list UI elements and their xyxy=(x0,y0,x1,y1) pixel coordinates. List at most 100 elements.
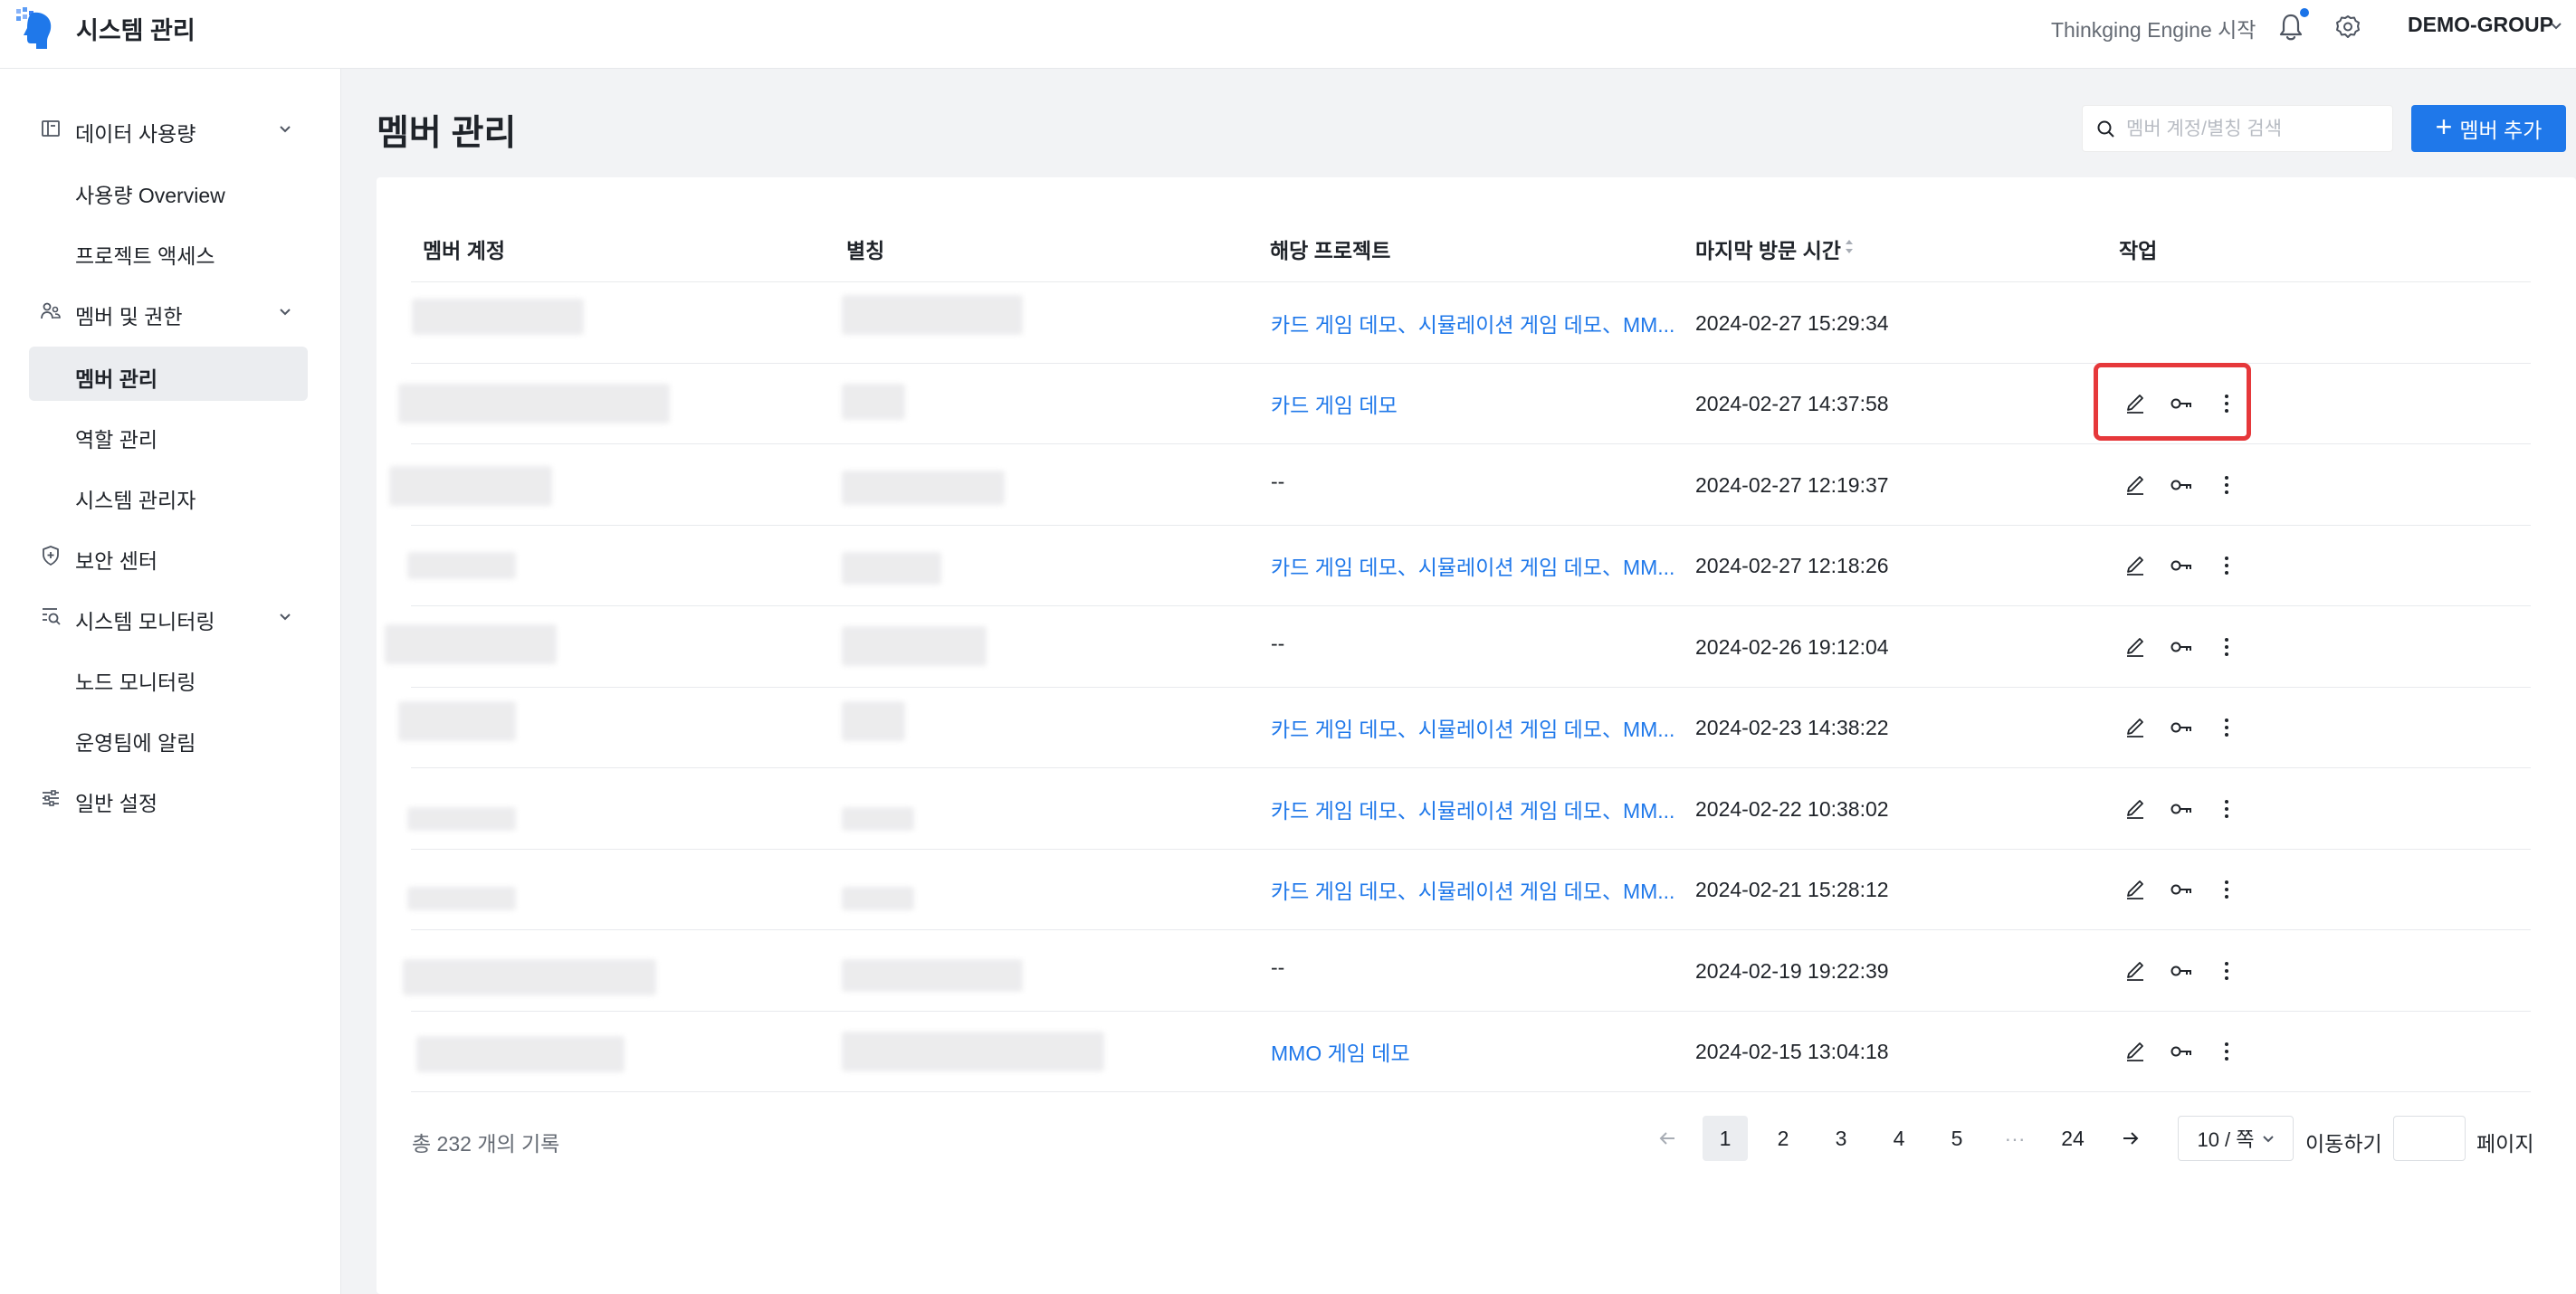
sidebar-item-ops-alert[interactable]: 운영팀에 알림 xyxy=(29,710,308,765)
redacted-text xyxy=(398,384,670,423)
sidebar-item-label: 멤버 관리 xyxy=(75,367,158,391)
goto-page-input[interactable] xyxy=(2393,1116,2466,1161)
sidebar-group-members-permissions[interactable]: 멤버 및 권한 xyxy=(0,284,341,338)
more-vertical-icon[interactable] xyxy=(2214,553,2239,578)
edit-icon[interactable] xyxy=(2123,958,2149,984)
page-button-4[interactable]: 4 xyxy=(1876,1116,1922,1161)
redacted-text xyxy=(403,959,656,995)
page-button-3[interactable]: 3 xyxy=(1818,1116,1864,1161)
page-size-select[interactable]: 10 / 쪽 xyxy=(2178,1116,2294,1161)
sidebar-item-label: 운영팀에 알림 xyxy=(75,731,196,755)
more-vertical-icon[interactable] xyxy=(2214,634,2239,660)
key-icon[interactable] xyxy=(2169,634,2194,660)
edit-icon[interactable] xyxy=(2123,472,2149,498)
project-cell[interactable]: 카드 게임 데모、시뮬레이션 게임 데모、MM... xyxy=(1271,794,1674,824)
redacted-text xyxy=(842,471,1005,505)
key-icon[interactable] xyxy=(2169,958,2194,984)
settings-gear-icon[interactable] xyxy=(2335,14,2361,40)
member-search[interactable] xyxy=(2082,105,2393,152)
redacted-text xyxy=(407,807,516,831)
row-divider xyxy=(411,929,2531,930)
page-button-24[interactable]: 24 xyxy=(2050,1116,2095,1161)
more-vertical-icon[interactable] xyxy=(2214,796,2239,822)
project-cell[interactable]: 카드 게임 데모、시뮬레이션 게임 데모、MM... xyxy=(1271,308,1674,338)
sidebar-item-label: 노드 모니터링 xyxy=(75,671,196,694)
project-cell: -- xyxy=(1271,631,1285,655)
project-cell[interactable]: 카드 게임 데모 xyxy=(1271,388,1398,419)
org-selector[interactable]: DEMO-GROUP xyxy=(2408,13,2553,37)
page-button-2[interactable]: 2 xyxy=(1760,1116,1806,1161)
redacted-text xyxy=(842,807,914,831)
redacted-text xyxy=(842,295,1023,335)
chevron-down-icon xyxy=(280,309,291,316)
sidebar-item-project-access[interactable]: 프로젝트 액세스 xyxy=(29,224,308,278)
sidebar-item-role-management[interactable]: 역할 관리 xyxy=(29,407,308,461)
more-vertical-icon[interactable] xyxy=(2214,715,2239,740)
page-title: 멤버 관리 xyxy=(377,114,517,153)
book-icon xyxy=(42,120,60,137)
sidebar-item-label: 시스템 관리자 xyxy=(75,489,196,512)
key-icon[interactable] xyxy=(2169,877,2194,902)
project-cell[interactable]: 카드 게임 데모、시뮬레이션 게임 데모、MM... xyxy=(1271,712,1674,743)
row-divider xyxy=(411,848,2531,850)
row-divider xyxy=(411,767,2531,768)
edit-icon[interactable] xyxy=(2123,1039,2149,1064)
sidebar-item-usage-overview[interactable]: 사용량 Overview xyxy=(29,163,308,217)
row-divider xyxy=(411,1010,2531,1012)
goto-label: 이동하기 xyxy=(2305,1132,2382,1156)
sidebar-group-label: 보안 센터 xyxy=(75,549,158,573)
sort-icon[interactable] xyxy=(1843,235,1856,259)
logo-icon xyxy=(16,7,52,50)
shield-icon xyxy=(43,546,59,566)
project-cell[interactable]: 카드 게임 데모、시뮬레이션 게임 데모、MM... xyxy=(1271,874,1674,905)
edit-icon[interactable] xyxy=(2123,553,2149,578)
add-member-button[interactable]: + 멤버 추가 xyxy=(2411,105,2566,152)
arrow-right-icon xyxy=(2123,1132,2139,1145)
column-header-last-visit[interactable]: 마지막 방문 시간 xyxy=(1695,233,1841,264)
edit-icon[interactable] xyxy=(2123,877,2149,902)
search-input[interactable] xyxy=(2126,113,2384,146)
sidebar-group-data-usage[interactable]: 데이터 사용량 xyxy=(0,101,341,156)
edit-icon[interactable] xyxy=(2123,634,2149,660)
more-vertical-icon[interactable] xyxy=(2214,1039,2239,1064)
project-cell[interactable]: MMO 게임 데모 xyxy=(1271,1036,1410,1067)
edit-icon[interactable] xyxy=(2123,715,2149,740)
sidebar-group-security-center[interactable]: 보안 센터 xyxy=(0,528,341,583)
last-visit-cell: 2024-02-22 10:38:02 xyxy=(1695,796,1889,821)
project-cell[interactable]: 카드 게임 데모、시뮬레이션 게임 데모、MM... xyxy=(1271,550,1674,581)
edit-icon[interactable] xyxy=(2123,796,2149,822)
chevron-down-icon[interactable] xyxy=(2550,22,2562,31)
key-icon[interactable] xyxy=(2169,715,2194,740)
next-page-button[interactable] xyxy=(2108,1116,2153,1161)
sidebar-group-general-settings[interactable]: 일반 설정 xyxy=(0,771,341,825)
notification-bell-icon[interactable] xyxy=(2277,13,2304,42)
key-icon[interactable] xyxy=(2169,1039,2194,1064)
more-vertical-icon[interactable] xyxy=(2214,877,2239,902)
sidebar-item-node-monitoring[interactable]: 노드 모니터링 xyxy=(29,650,308,704)
key-icon[interactable] xyxy=(2169,796,2194,822)
sidebar: 데이터 사용량 사용량 Overview 프로젝트 액세스 멤버 및 권한 멤버… xyxy=(0,69,341,1294)
page-button-1[interactable]: 1 xyxy=(1703,1116,1748,1161)
more-vertical-icon[interactable] xyxy=(2214,958,2239,984)
key-icon[interactable] xyxy=(2169,472,2194,498)
sidebar-item-system-admin[interactable]: 시스템 관리자 xyxy=(29,468,308,522)
redacted-text xyxy=(842,626,987,666)
monitor-search-icon xyxy=(43,608,61,625)
sidebar-group-system-monitoring[interactable]: 시스템 모니터링 xyxy=(0,589,341,643)
total-records: 총 232 개의 기록 xyxy=(412,1132,560,1156)
last-visit-cell: 2024-02-27 12:19:37 xyxy=(1695,472,1889,497)
project-cell: -- xyxy=(1271,955,1285,979)
redacted-text xyxy=(842,959,1023,992)
search-icon xyxy=(2097,120,2114,138)
thinking-engine-link[interactable]: Thinkging Engine 시작 xyxy=(2051,13,2256,43)
users-icon xyxy=(41,302,61,319)
last-visit-cell: 2024-02-19 19:22:39 xyxy=(1695,958,1889,983)
more-vertical-icon[interactable] xyxy=(2214,472,2239,498)
sidebar-item-member-management[interactable]: 멤버 관리 xyxy=(29,347,308,401)
redacted-text xyxy=(842,887,914,910)
page-ellipsis[interactable]: ··· xyxy=(1992,1116,2037,1161)
prev-page-button[interactable] xyxy=(1645,1116,1690,1161)
page-button-5[interactable]: 5 xyxy=(1934,1116,1980,1161)
key-icon[interactable] xyxy=(2169,553,2194,578)
last-visit-cell: 2024-02-21 15:28:12 xyxy=(1695,878,1889,902)
